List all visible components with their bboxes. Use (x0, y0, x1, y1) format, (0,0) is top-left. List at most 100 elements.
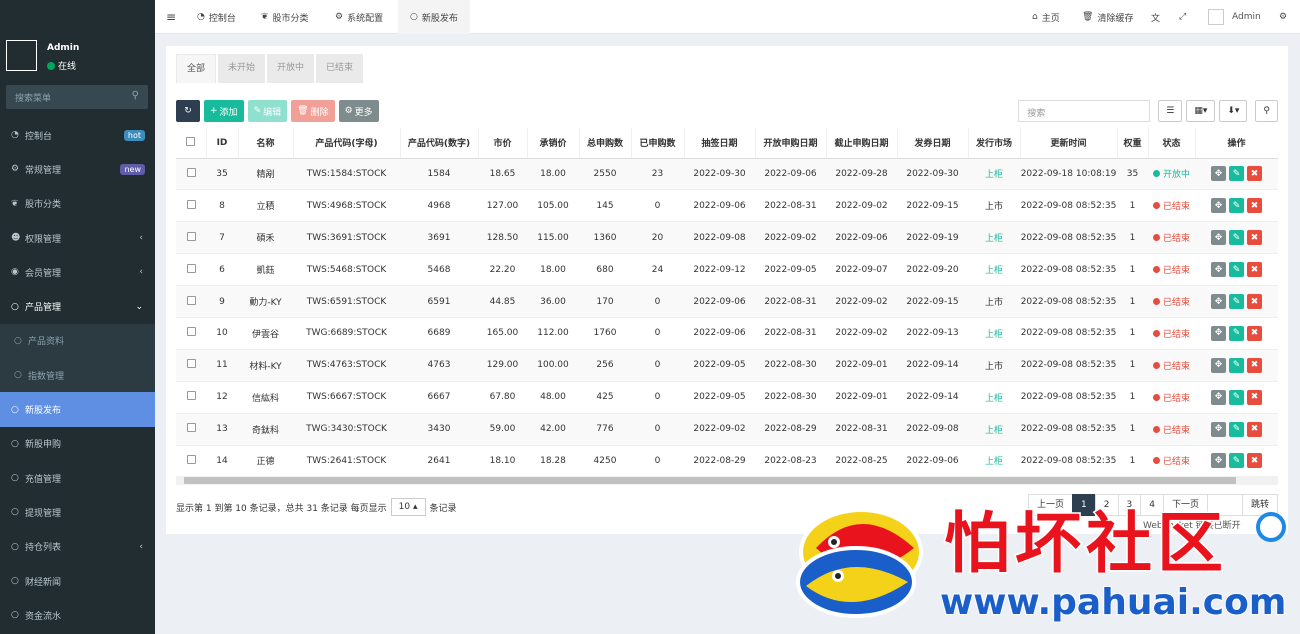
add-button[interactable]: + 添加 (204, 100, 244, 122)
col-header[interactable]: 发行市场 (968, 128, 1021, 159)
delete-trash-icon[interactable]: ✖ (1247, 357, 1262, 373)
sidebar-item[interactable]: ○ 新股发布 (0, 392, 155, 427)
delete-button[interactable]: 🗑 删除 (291, 100, 335, 122)
tab-ipo-publish[interactable]: ○ 新股发布 (398, 0, 470, 34)
delete-trash-icon[interactable]: ✖ (1247, 198, 1262, 214)
page-3-button[interactable]: 3 (1117, 494, 1142, 516)
edit-pencil-icon[interactable]: ✎ (1229, 453, 1244, 469)
tab-system-config[interactable]: ⚙ 系统配置 (335, 0, 383, 34)
col-header[interactable]: 状态 (1148, 128, 1196, 159)
row-checkbox[interactable] (186, 231, 196, 241)
select-all-checkbox[interactable] (176, 128, 207, 159)
col-header[interactable]: 权重 (1117, 128, 1149, 159)
row-checkbox[interactable] (186, 327, 196, 337)
page-1-button[interactable]: 1 (1072, 494, 1096, 516)
tab-ended[interactable]: 已结束 (316, 54, 364, 83)
tab-dashboard[interactable]: ◔ 控制台 (197, 0, 236, 34)
sidebar-item[interactable]: ○ 持仓列表 ‹ (0, 530, 155, 564)
row-checkbox[interactable] (186, 359, 196, 369)
checkbox[interactable] (186, 136, 196, 146)
col-header[interactable]: ID (206, 128, 239, 159)
row-checkbox[interactable] (186, 199, 196, 209)
export-button[interactable]: ⬇▾ (1219, 100, 1248, 122)
search-icon[interactable]: ⚲ (132, 90, 139, 101)
sidebar-item[interactable]: ⚙ 常规管理 new (0, 152, 155, 186)
row-checkbox[interactable] (186, 167, 196, 177)
tab-open[interactable]: 开放中 (267, 54, 315, 83)
edit-pencil-icon[interactable]: ✎ (1229, 325, 1244, 341)
drag-move-icon[interactable]: ✥ (1211, 389, 1226, 405)
col-header[interactable]: 截止申购日期 (826, 128, 898, 159)
table-row[interactable]: 8 立積 TWS:4968:STOCK 4968 127.00 105.00 145 0 202… (176, 189, 1278, 223)
col-header[interactable]: 抽签日期 (684, 128, 756, 159)
sidebar-item[interactable]: ○ 产品管理 ⌄ (0, 289, 155, 323)
table-row[interactable]: 9 動力-KY TWS:6591:STOCK 6591 44.85 36.00 170 0 20… (176, 285, 1278, 318)
col-header[interactable]: 总申购数 (579, 128, 632, 159)
col-header[interactable]: 已申购数 (631, 128, 685, 159)
fullscreen-icon[interactable]: ⤢ (1179, 0, 1186, 34)
table-row[interactable]: 11 材料-KY TWS:4763:STOCK 4763 129.00 100.00 256… (176, 349, 1278, 382)
sidebar-item[interactable]: ◉ 会员管理 ‹ (0, 255, 155, 289)
sidebar-item[interactable]: ◔ 控制台 hot (0, 118, 155, 152)
table-row[interactable]: 13 奇鈦科 TWG:3430:STOCK 3430 59.00 42.00 776 0 202… (176, 413, 1278, 446)
clear-cache-button[interactable]: 🗑 清除缓存 (1082, 0, 1133, 34)
home-link[interactable]: ⌂ 主页 (1032, 0, 1060, 34)
settings-gear-icon[interactable]: ⚙ (1279, 0, 1287, 34)
goto-page-input[interactable] (1206, 494, 1243, 516)
sidebar-item[interactable]: ○ 提现管理 (0, 495, 155, 529)
prev-page-button[interactable]: 上一页 (1028, 494, 1074, 516)
row-checkbox[interactable] (186, 391, 196, 401)
drag-move-icon[interactable]: ✥ (1211, 166, 1226, 182)
col-header[interactable]: 承销价 (527, 128, 580, 159)
delete-trash-icon[interactable]: ✖ (1247, 421, 1262, 437)
delete-trash-icon[interactable]: ✖ (1247, 230, 1262, 246)
sidebar-item[interactable]: ○ 指数管理 (0, 358, 155, 393)
sidebar-item[interactable]: ○ 资金流水 (0, 598, 155, 632)
tab-market-category[interactable]: ❦ 股市分类 (261, 0, 309, 34)
drag-move-icon[interactable]: ✥ (1211, 421, 1226, 437)
drag-move-icon[interactable]: ✥ (1211, 453, 1226, 469)
edit-pencil-icon[interactable]: ✎ (1229, 262, 1244, 278)
table-row[interactable]: 35 精剐 TWS:1584:STOCK 1584 18.65 18.00 2550 23 20… (176, 158, 1278, 191)
delete-trash-icon[interactable]: ✖ (1247, 262, 1262, 278)
edit-pencil-icon[interactable]: ✎ (1229, 357, 1244, 373)
table-row[interactable]: 6 凱鈺 TWS:5468:STOCK 5468 22.20 18.00 680 24 2022… (176, 253, 1278, 287)
row-checkbox[interactable] (186, 295, 196, 305)
table-row[interactable]: 7 碩禾 TWS:3691:STOCK 3691 128.50 115.00 1360 20 2… (176, 221, 1278, 255)
table-row[interactable]: 14 正德 TWS:2641:STOCK 2641 18.10 18.28 4250 0 202… (176, 445, 1278, 476)
col-header[interactable]: 市价 (478, 128, 528, 159)
drag-move-icon[interactable]: ✥ (1211, 198, 1226, 214)
sidebar-search-input[interactable]: 搜索菜单 ⚲ (6, 85, 148, 109)
table-row[interactable]: 10 伊雲谷 TWG:6689:STOCK 6689 165.00 112.00 1760 0… (176, 317, 1278, 350)
sidebar-item[interactable]: ❦ 股市分类 (0, 187, 155, 221)
avatar[interactable] (6, 40, 37, 71)
drag-move-icon[interactable]: ✥ (1211, 230, 1226, 246)
toggle-view-button[interactable]: ☰ (1158, 100, 1183, 122)
col-header[interactable]: 发券日期 (897, 128, 969, 159)
search-button[interactable]: ⚲ (1255, 100, 1278, 122)
drag-move-icon[interactable]: ✥ (1211, 262, 1226, 278)
drag-move-icon[interactable]: ✥ (1211, 325, 1226, 341)
edit-pencil-icon[interactable]: ✎ (1229, 389, 1244, 405)
sidebar-item[interactable]: ○ 财经新闻 (0, 564, 155, 598)
col-header[interactable]: 产品代码(字母) (293, 128, 401, 159)
table-search-input[interactable]: 搜索 (1018, 100, 1151, 122)
delete-trash-icon[interactable]: ✖ (1247, 294, 1262, 309)
col-header[interactable]: 更新时间 (1020, 128, 1118, 159)
page-size-select[interactable]: 10 ▴ (390, 498, 426, 516)
admin-menu[interactable]: Admin (1208, 0, 1261, 34)
delete-trash-icon[interactable]: ✖ (1247, 453, 1262, 469)
row-checkbox[interactable] (186, 454, 196, 464)
delete-trash-icon[interactable]: ✖ (1247, 389, 1262, 405)
chat-bubble-icon[interactable] (1256, 512, 1286, 542)
drag-move-icon[interactable]: ✥ (1211, 294, 1226, 309)
page-4-button[interactable]: 4 (1140, 494, 1164, 516)
refresh-button[interactable]: ↻ (176, 100, 200, 122)
tab-not-started[interactable]: 未开始 (218, 54, 266, 83)
delete-trash-icon[interactable]: ✖ (1247, 166, 1262, 182)
row-checkbox[interactable] (186, 423, 196, 433)
tab-all[interactable]: 全部 (176, 54, 217, 83)
horizontal-scrollbar[interactable] (176, 476, 1278, 485)
menu-toggle-icon[interactable]: ≡ (166, 0, 176, 34)
sidebar-item[interactable]: ☻ 权限管理 ‹ (0, 221, 155, 255)
